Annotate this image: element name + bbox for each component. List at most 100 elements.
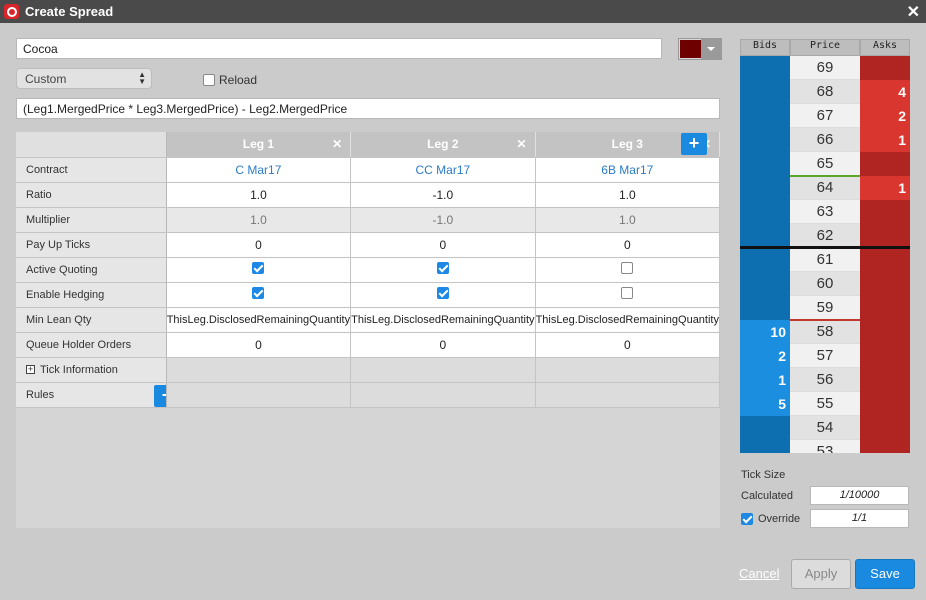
ask-cell[interactable] (860, 248, 910, 272)
leg-cell[interactable]: 0 (535, 232, 721, 258)
ask-cell[interactable] (860, 440, 910, 453)
legs-row: Multiplier 1.0 -1.0 1.0 (16, 207, 721, 233)
override-tick-input[interactable]: 1/1 (810, 509, 909, 528)
bid-cell[interactable] (740, 176, 790, 200)
leg-cell[interactable]: 0 (166, 232, 352, 258)
cell-value: ThisLeg.DisclosedRemainingQuantity (351, 313, 535, 326)
leg-checkbox[interactable] (252, 262, 265, 274)
leg-cell[interactable]: CC Mar17 (350, 157, 536, 183)
close-icon[interactable]: ✕ (907, 2, 920, 22)
leg-cell[interactable]: ThisLeg.DisclosedRemainingQuantity (535, 307, 721, 333)
add-leg-button[interactable]: + (681, 133, 707, 155)
row-label: Pay Up Ticks (16, 232, 167, 258)
ask-cell[interactable] (860, 392, 910, 416)
leg-cell[interactable]: -1.0 (350, 207, 536, 233)
remove-leg-icon[interactable]: ✕ (332, 137, 342, 151)
leg-cell[interactable]: 1.0 (166, 182, 352, 208)
save-button[interactable]: Save (855, 559, 915, 589)
bid-cell[interactable]: 1 (740, 368, 790, 392)
ask-cell[interactable] (860, 320, 910, 344)
leg-cell[interactable] (166, 257, 352, 283)
bid-cell[interactable] (740, 416, 790, 440)
ask-cell[interactable] (860, 272, 910, 296)
ask-cell[interactable]: 1 (860, 128, 910, 152)
ladder-row: 53 (740, 440, 910, 453)
bid-cell[interactable] (740, 104, 790, 128)
leg-checkbox[interactable] (621, 287, 634, 299)
leg-cell[interactable]: 0 (350, 332, 536, 358)
leg-cell[interactable]: 1.0 (535, 207, 721, 233)
formula-input[interactable]: (Leg1.MergedPrice * Leg3.MergedPrice) - … (16, 98, 720, 119)
leg-cell[interactable] (535, 257, 721, 283)
leg-cell[interactable]: 1.0 (166, 207, 352, 233)
bid-cell[interactable] (740, 248, 790, 272)
override-option[interactable]: Override (741, 513, 800, 525)
leg-cell[interactable] (350, 257, 536, 283)
legs-row: Active Quoting (16, 257, 721, 283)
bid-cell[interactable] (740, 56, 790, 80)
leg-cell[interactable]: 0 (535, 332, 721, 358)
ask-cell[interactable] (860, 200, 910, 224)
ask-cell[interactable] (860, 152, 910, 176)
ask-cell[interactable] (860, 368, 910, 392)
ask-cell[interactable]: 2 (860, 104, 910, 128)
bid-cell[interactable] (740, 128, 790, 152)
price-cell: 64 (790, 176, 860, 200)
add-rule-button[interactable]: + (154, 384, 166, 406)
bid-cell[interactable] (740, 440, 790, 453)
leg-checkbox[interactable] (436, 262, 449, 274)
expand-icon[interactable]: + (26, 365, 35, 375)
leg-header: Leg 1 ✕ (166, 132, 352, 158)
leg-cell[interactable] (535, 282, 721, 308)
ladder-header-price: Price (790, 39, 860, 56)
bid-cell[interactable]: 10 (740, 320, 790, 344)
cell-value: CC Mar17 (415, 162, 471, 177)
reload-checkbox[interactable] (203, 74, 215, 86)
cell-value: 1.0 (618, 187, 636, 202)
spread-type-select[interactable]: Custom ▲ ▼ (16, 68, 152, 89)
bid-cell[interactable] (740, 80, 790, 104)
ladder-row: 61 (740, 248, 910, 272)
bid-cell[interactable]: 2 (740, 344, 790, 368)
ask-cell[interactable]: 4 (860, 80, 910, 104)
leg-cell[interactable]: ThisLeg.DisclosedRemainingQuantity (350, 307, 536, 333)
spread-name-input[interactable]: Cocoa (16, 38, 662, 59)
legs-row: Queue Holder Orders 0 0 0 (16, 332, 721, 358)
ask-cell[interactable] (860, 416, 910, 440)
color-picker[interactable] (678, 38, 722, 60)
reload-option[interactable]: Reload (203, 73, 257, 87)
override-checkbox[interactable] (741, 513, 753, 525)
ask-cell[interactable] (860, 224, 910, 248)
ask-cell[interactable]: 1 (860, 176, 910, 200)
legs-grid-panel: Leg 1✕Leg 2✕Leg 3✕ContractC Mar17CC Mar1… (16, 132, 721, 528)
leg-checkbox[interactable] (252, 287, 265, 299)
remove-leg-icon[interactable]: ✕ (517, 137, 527, 151)
leg-cell[interactable]: 6B Mar17 (535, 157, 721, 183)
leg-cell[interactable]: 1.0 (535, 182, 721, 208)
leg-cell[interactable]: C Mar17 (166, 157, 352, 183)
leg-checkbox[interactable] (621, 262, 634, 274)
ask-cell[interactable] (860, 344, 910, 368)
bid-cell[interactable] (740, 200, 790, 224)
leg-cell[interactable] (166, 282, 352, 308)
leg-cell[interactable]: ThisLeg.DisclosedRemainingQuantity (166, 307, 352, 333)
leg-checkbox[interactable] (436, 287, 449, 299)
leg-cell[interactable] (350, 282, 536, 308)
bid-cell[interactable] (740, 272, 790, 296)
leg-cell[interactable]: 0 (166, 332, 352, 358)
leg-header: Leg 2 ✕ (350, 132, 536, 158)
cancel-button[interactable]: Cancel (739, 566, 779, 581)
leg-cell[interactable]: -1.0 (350, 182, 536, 208)
ask-cell[interactable] (860, 296, 910, 320)
apply-button[interactable]: Apply (791, 559, 851, 589)
ladder-row: 68 4 (740, 80, 910, 104)
bid-cell[interactable] (740, 296, 790, 320)
bid-cell[interactable] (740, 224, 790, 248)
row-label: + Tick Information (16, 357, 167, 383)
ladder-row: 62 (740, 224, 910, 248)
chevron-down-icon[interactable] (701, 39, 721, 59)
leg-cell[interactable]: 0 (350, 232, 536, 258)
bid-cell[interactable]: 5 (740, 392, 790, 416)
bid-cell[interactable] (740, 152, 790, 176)
ask-cell[interactable] (860, 56, 910, 80)
